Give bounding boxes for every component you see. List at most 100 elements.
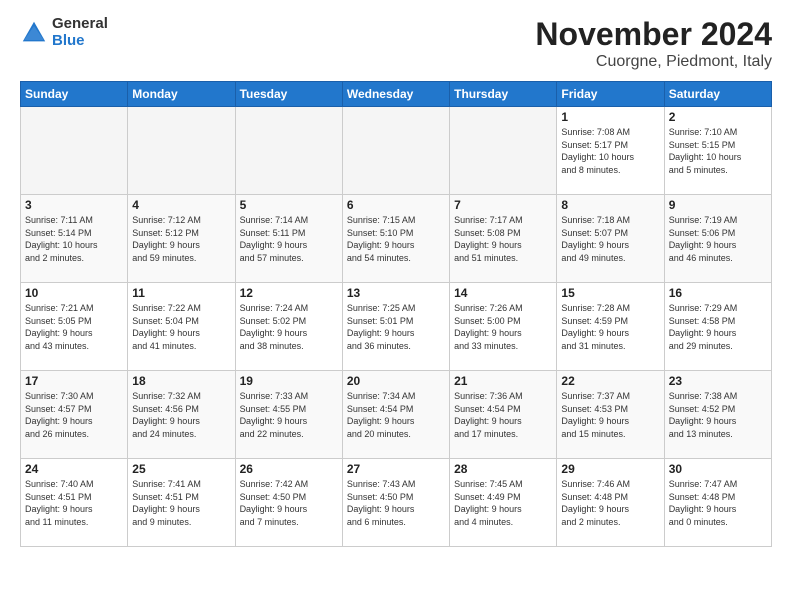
calendar-cell: 17 Sunrise: 7:30 AM Sunset: 4:57 PM Dayli… (21, 371, 128, 459)
day-number: 22 (561, 374, 659, 388)
day-number: 16 (669, 286, 767, 300)
day-number: 18 (132, 374, 230, 388)
day-number: 8 (561, 198, 659, 212)
day-number: 1 (561, 110, 659, 124)
calendar-cell: 28 Sunrise: 7:45 AM Sunset: 4:49 PM Dayli… (450, 459, 557, 547)
calendar-subtitle: Cuorgne, Piedmont, Italy (535, 53, 772, 71)
col-header-friday: Friday (557, 82, 664, 107)
day-info: Sunrise: 7:42 AM Sunset: 4:50 PM Dayligh… (240, 478, 338, 528)
calendar-cell: 7Sunrise: 7:17 AM Sunset: 5:08 PM Daylig… (450, 195, 557, 283)
day-number: 28 (454, 462, 552, 476)
day-info: Sunrise: 7:18 AM Sunset: 5:07 PM Dayligh… (561, 214, 659, 264)
day-info: Sunrise: 7:29 AM Sunset: 4:58 PM Dayligh… (669, 302, 767, 352)
calendar-cell: 27 Sunrise: 7:43 AM Sunset: 4:50 PM Dayli… (342, 459, 449, 547)
calendar-cell: 10Sunrise: 7:21 AM Sunset: 5:05 PM Dayli… (21, 283, 128, 371)
calendar-cell: 14 Sunrise: 7:26 AM Sunset: 5:00 PM Dayli… (450, 283, 557, 371)
day-number: 2 (669, 110, 767, 124)
day-number: 29 (561, 462, 659, 476)
day-number: 3 (25, 198, 123, 212)
day-info: Sunrise: 7:10 AM Sunset: 5:15 PM Dayligh… (669, 126, 767, 176)
logo-line1: General (52, 16, 108, 33)
calendar-cell: 11 Sunrise: 7:22 AM Sunset: 5:04 PM Dayli… (128, 283, 235, 371)
day-number: 19 (240, 374, 338, 388)
day-number: 5 (240, 198, 338, 212)
col-header-thursday: Thursday (450, 82, 557, 107)
day-number: 4 (132, 198, 230, 212)
logo-text: General Blue (52, 16, 108, 49)
calendar-cell: 8 Sunrise: 7:18 AM Sunset: 5:07 PM Daylig… (557, 195, 664, 283)
day-number: 14 (454, 286, 552, 300)
day-info: Sunrise: 7:25 AM Sunset: 5:01 PM Dayligh… (347, 302, 445, 352)
header: General Blue November 2024 Cuorgne, Pied… (20, 16, 772, 71)
day-info: Sunrise: 7:15 AM Sunset: 5:10 PM Dayligh… (347, 214, 445, 264)
day-info: Sunrise: 7:28 AM Sunset: 4:59 PM Dayligh… (561, 302, 659, 352)
day-number: 15 (561, 286, 659, 300)
day-number: 10 (25, 286, 123, 300)
day-number: 26 (240, 462, 338, 476)
day-info: Sunrise: 7:08 AM Sunset: 5:17 PM Dayligh… (561, 126, 659, 176)
calendar-cell: 30Sunrise: 7:47 AM Sunset: 4:48 PM Dayli… (664, 459, 771, 547)
calendar-cell: 9 Sunrise: 7:19 AM Sunset: 5:06 PM Daylig… (664, 195, 771, 283)
day-number: 17 (25, 374, 123, 388)
day-number: 9 (669, 198, 767, 212)
calendar-cell (235, 107, 342, 195)
day-info: Sunrise: 7:24 AM Sunset: 5:02 PM Dayligh… (240, 302, 338, 352)
day-number: 11 (132, 286, 230, 300)
day-number: 25 (132, 462, 230, 476)
day-info: Sunrise: 7:33 AM Sunset: 4:55 PM Dayligh… (240, 390, 338, 440)
day-number: 13 (347, 286, 445, 300)
col-header-tuesday: Tuesday (235, 82, 342, 107)
calendar-cell: 2 Sunrise: 7:10 AM Sunset: 5:15 PM Daylig… (664, 107, 771, 195)
title-block: November 2024 Cuorgne, Piedmont, Italy (535, 16, 772, 71)
calendar-cell: 15 Sunrise: 7:28 AM Sunset: 4:59 PM Dayli… (557, 283, 664, 371)
calendar-cell (21, 107, 128, 195)
calendar-week-1: 1 Sunrise: 7:08 AM Sunset: 5:17 PM Daylig… (21, 107, 772, 195)
col-header-wednesday: Wednesday (342, 82, 449, 107)
calendar-cell: 4Sunrise: 7:12 AM Sunset: 5:12 PM Daylig… (128, 195, 235, 283)
calendar-cell (128, 107, 235, 195)
day-number: 20 (347, 374, 445, 388)
day-info: Sunrise: 7:30 AM Sunset: 4:57 PM Dayligh… (25, 390, 123, 440)
page: General Blue November 2024 Cuorgne, Pied… (0, 0, 792, 612)
calendar-cell (450, 107, 557, 195)
calendar-cell: 18 Sunrise: 7:32 AM Sunset: 4:56 PM Dayli… (128, 371, 235, 459)
day-number: 6 (347, 198, 445, 212)
day-info: Sunrise: 7:22 AM Sunset: 5:04 PM Dayligh… (132, 302, 230, 352)
day-info: Sunrise: 7:26 AM Sunset: 5:00 PM Dayligh… (454, 302, 552, 352)
day-info: Sunrise: 7:47 AM Sunset: 4:48 PM Dayligh… (669, 478, 767, 528)
calendar-cell: 19 Sunrise: 7:33 AM Sunset: 4:55 PM Dayli… (235, 371, 342, 459)
day-info: Sunrise: 7:36 AM Sunset: 4:54 PM Dayligh… (454, 390, 552, 440)
logo: General Blue (20, 16, 108, 49)
calendar-cell: 25 Sunrise: 7:41 AM Sunset: 4:51 PM Dayli… (128, 459, 235, 547)
day-info: Sunrise: 7:19 AM Sunset: 5:06 PM Dayligh… (669, 214, 767, 264)
calendar-table: SundayMondayTuesdayWednesdayThursdayFrid… (20, 81, 772, 547)
calendar-cell: 22 Sunrise: 7:37 AM Sunset: 4:53 PM Dayli… (557, 371, 664, 459)
col-header-sunday: Sunday (21, 82, 128, 107)
day-info: Sunrise: 7:37 AM Sunset: 4:53 PM Dayligh… (561, 390, 659, 440)
day-info: Sunrise: 7:46 AM Sunset: 4:48 PM Dayligh… (561, 478, 659, 528)
calendar-week-3: 10Sunrise: 7:21 AM Sunset: 5:05 PM Dayli… (21, 283, 772, 371)
calendar-cell: 29 Sunrise: 7:46 AM Sunset: 4:48 PM Dayli… (557, 459, 664, 547)
calendar-week-5: 24Sunrise: 7:40 AM Sunset: 4:51 PM Dayli… (21, 459, 772, 547)
day-number: 27 (347, 462, 445, 476)
day-info: Sunrise: 7:34 AM Sunset: 4:54 PM Dayligh… (347, 390, 445, 440)
day-info: Sunrise: 7:43 AM Sunset: 4:50 PM Dayligh… (347, 478, 445, 528)
day-info: Sunrise: 7:14 AM Sunset: 5:11 PM Dayligh… (240, 214, 338, 264)
calendar-cell: 3Sunrise: 7:11 AM Sunset: 5:14 PM Daylig… (21, 195, 128, 283)
calendar-cell: 21 Sunrise: 7:36 AM Sunset: 4:54 PM Dayli… (450, 371, 557, 459)
day-info: Sunrise: 7:32 AM Sunset: 4:56 PM Dayligh… (132, 390, 230, 440)
day-info: Sunrise: 7:41 AM Sunset: 4:51 PM Dayligh… (132, 478, 230, 528)
col-header-saturday: Saturday (664, 82, 771, 107)
day-number: 21 (454, 374, 552, 388)
day-info: Sunrise: 7:45 AM Sunset: 4:49 PM Dayligh… (454, 478, 552, 528)
calendar-cell: 26 Sunrise: 7:42 AM Sunset: 4:50 PM Dayli… (235, 459, 342, 547)
calendar-cell: 23Sunrise: 7:38 AM Sunset: 4:52 PM Dayli… (664, 371, 771, 459)
day-info: Sunrise: 7:38 AM Sunset: 4:52 PM Dayligh… (669, 390, 767, 440)
calendar-week-2: 3Sunrise: 7:11 AM Sunset: 5:14 PM Daylig… (21, 195, 772, 283)
day-number: 12 (240, 286, 338, 300)
logo-line2: Blue (52, 33, 108, 50)
day-info: Sunrise: 7:40 AM Sunset: 4:51 PM Dayligh… (25, 478, 123, 528)
calendar-week-4: 17 Sunrise: 7:30 AM Sunset: 4:57 PM Dayli… (21, 371, 772, 459)
col-header-monday: Monday (128, 82, 235, 107)
calendar-header-row: SundayMondayTuesdayWednesdayThursdayFrid… (21, 82, 772, 107)
